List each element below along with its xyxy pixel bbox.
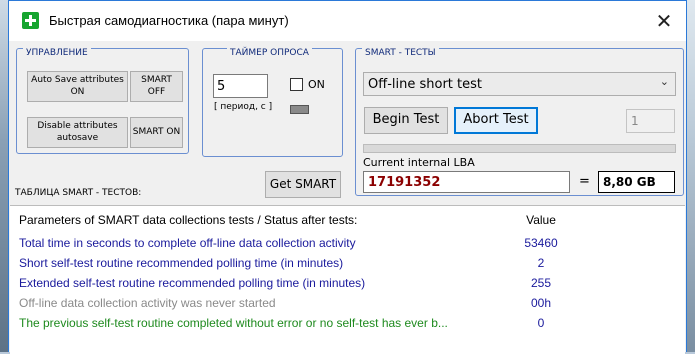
medical-cross-icon: [22, 12, 39, 29]
smart-off-button[interactable]: SMART OFF: [130, 71, 183, 102]
diagnostics-window: Быстрая самодиагностика (пара минут) ✕ У…: [8, 0, 687, 354]
period-label: [ период, с ]: [214, 102, 273, 112]
table-row-param: Total time in seconds to complete off-li…: [19, 236, 356, 250]
table-header-value: Value: [526, 213, 556, 227]
test-type-select[interactable]: Off-line short test ⌄: [363, 72, 676, 96]
close-button[interactable]: ✕: [650, 7, 678, 35]
timer-on-label: ON: [308, 78, 325, 91]
desktop-background-right: [687, 0, 695, 352]
test-progress-bar: [363, 144, 676, 153]
table-row-value: 2: [537, 256, 545, 270]
timer-on-checkbox[interactable]: [290, 78, 303, 91]
timer-status-indicator: [290, 105, 309, 114]
table-row-param: The previous self-test routine completed…: [19, 316, 448, 330]
table-row-value: 00h: [530, 296, 552, 310]
chevron-down-icon: ⌄: [659, 75, 669, 88]
control-group-label: УПРАВЛЕНИЕ: [23, 48, 91, 58]
lba-value-field[interactable]: 17191352: [363, 171, 570, 193]
table-row-param: Short self-test routine recommended poll…: [19, 256, 344, 270]
equals-sign: =: [579, 174, 590, 189]
table-row-value: 255: [530, 276, 552, 290]
abort-test-button[interactable]: Abort Test: [454, 107, 538, 134]
table-row-value: 0: [537, 316, 545, 330]
window-title: Быстрая самодиагностика (пара минут): [49, 13, 289, 28]
period-input[interactable]: 5: [213, 74, 268, 98]
smart-on-button[interactable]: SMART ON: [130, 117, 183, 148]
table-row-value: 53460: [524, 236, 558, 250]
title-bar[interactable]: Быстрая самодиагностика (пара минут) ✕: [9, 1, 686, 41]
disable-autosave-button[interactable]: Disable attributes autosave: [27, 117, 128, 148]
timer-group-label: ТАЙМЕР ОПРОСА: [227, 48, 312, 58]
counter-field[interactable]: 1: [626, 109, 675, 133]
smart-tests-table: Parameters of SMART data collections tes…: [10, 205, 685, 354]
table-row-param: Extended self-test routine recommended p…: [19, 276, 366, 290]
table-row-param: Off-line data collection activity was ne…: [19, 296, 276, 310]
begin-test-button[interactable]: Begin Test: [364, 107, 448, 134]
size-value-field[interactable]: 8,80 GB: [598, 171, 675, 193]
get-smart-button[interactable]: Get SMART: [265, 171, 341, 198]
lba-label: Current internal LBA: [363, 156, 475, 169]
table-header-param: Parameters of SMART data collections tes…: [19, 213, 358, 227]
tests-table-label: ТАБЛИЦА SMART - ТЕСТОВ:: [15, 188, 142, 198]
selected-test-label: Off-line short test: [368, 77, 482, 92]
desktop-background-left: [0, 0, 8, 352]
smart-tests-group-label: SMART - ТЕСТЫ: [362, 48, 439, 58]
auto-save-on-button[interactable]: Auto Save attributes ON: [27, 71, 128, 102]
